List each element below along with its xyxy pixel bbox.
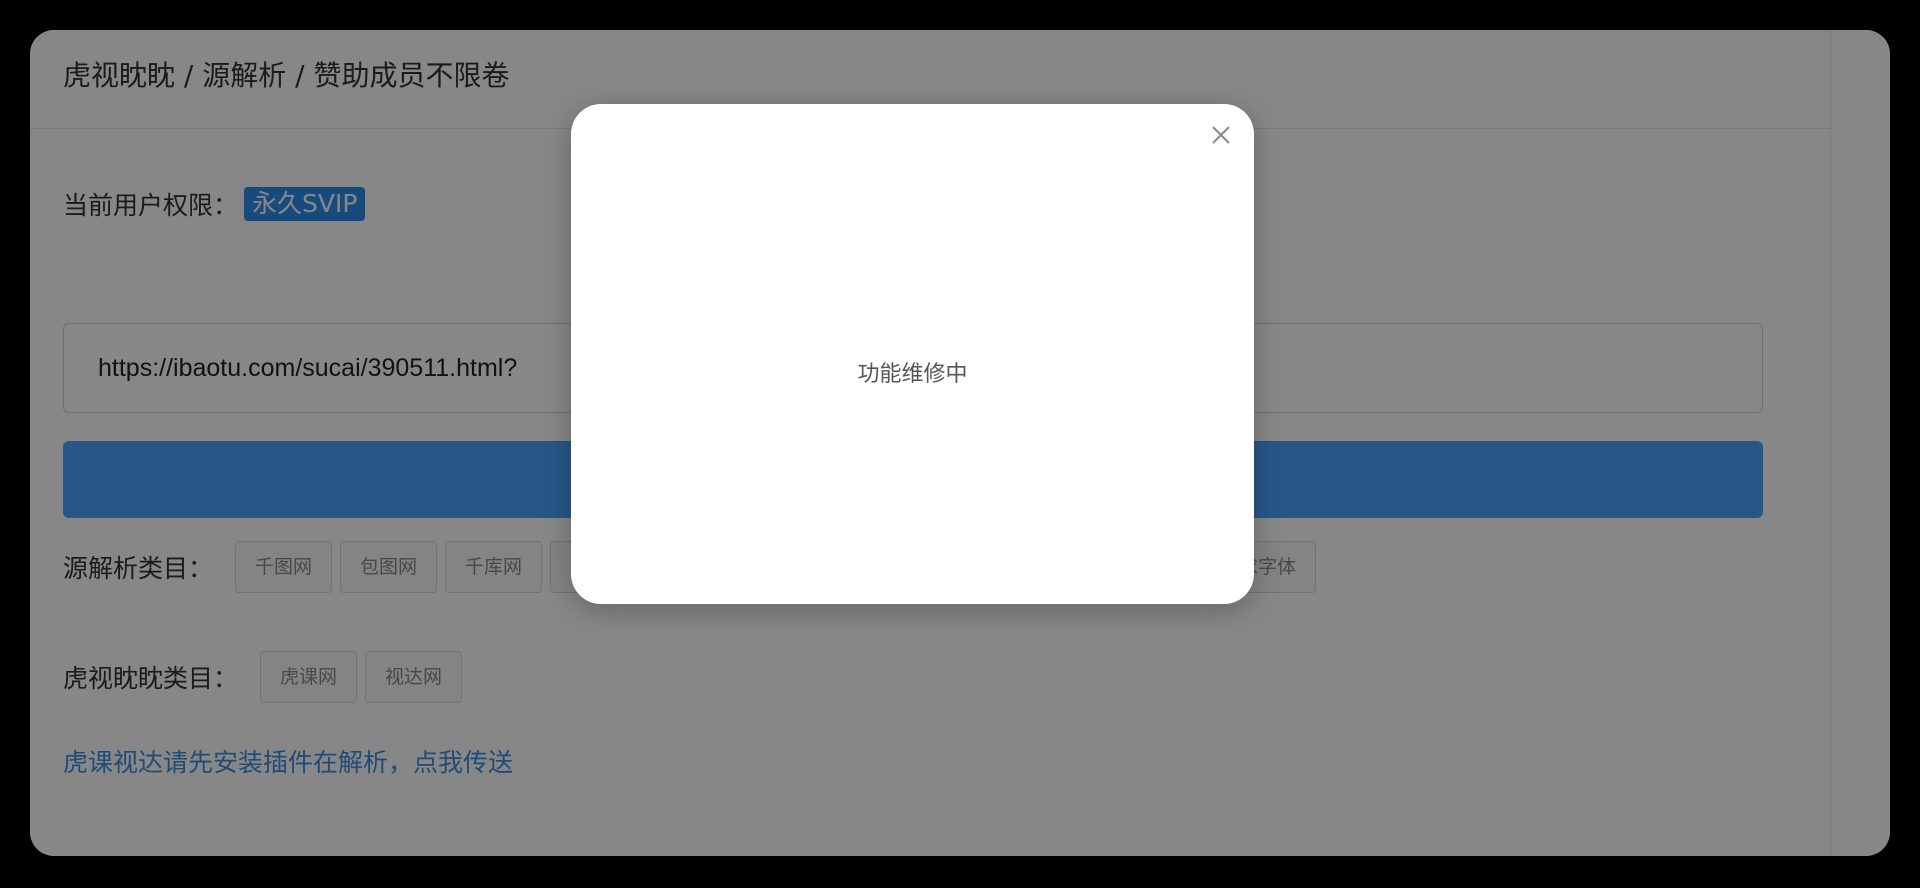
- maintenance-modal: 功能维修中: [571, 104, 1254, 604]
- modal-message: 功能维修中: [857, 362, 968, 387]
- close-icon[interactable]: [1206, 120, 1236, 150]
- app-window: 虎视眈眈 / 源解析 / 赞助成员不限卷 当前用户权限： 永久SVIP 源解析类…: [30, 30, 1890, 856]
